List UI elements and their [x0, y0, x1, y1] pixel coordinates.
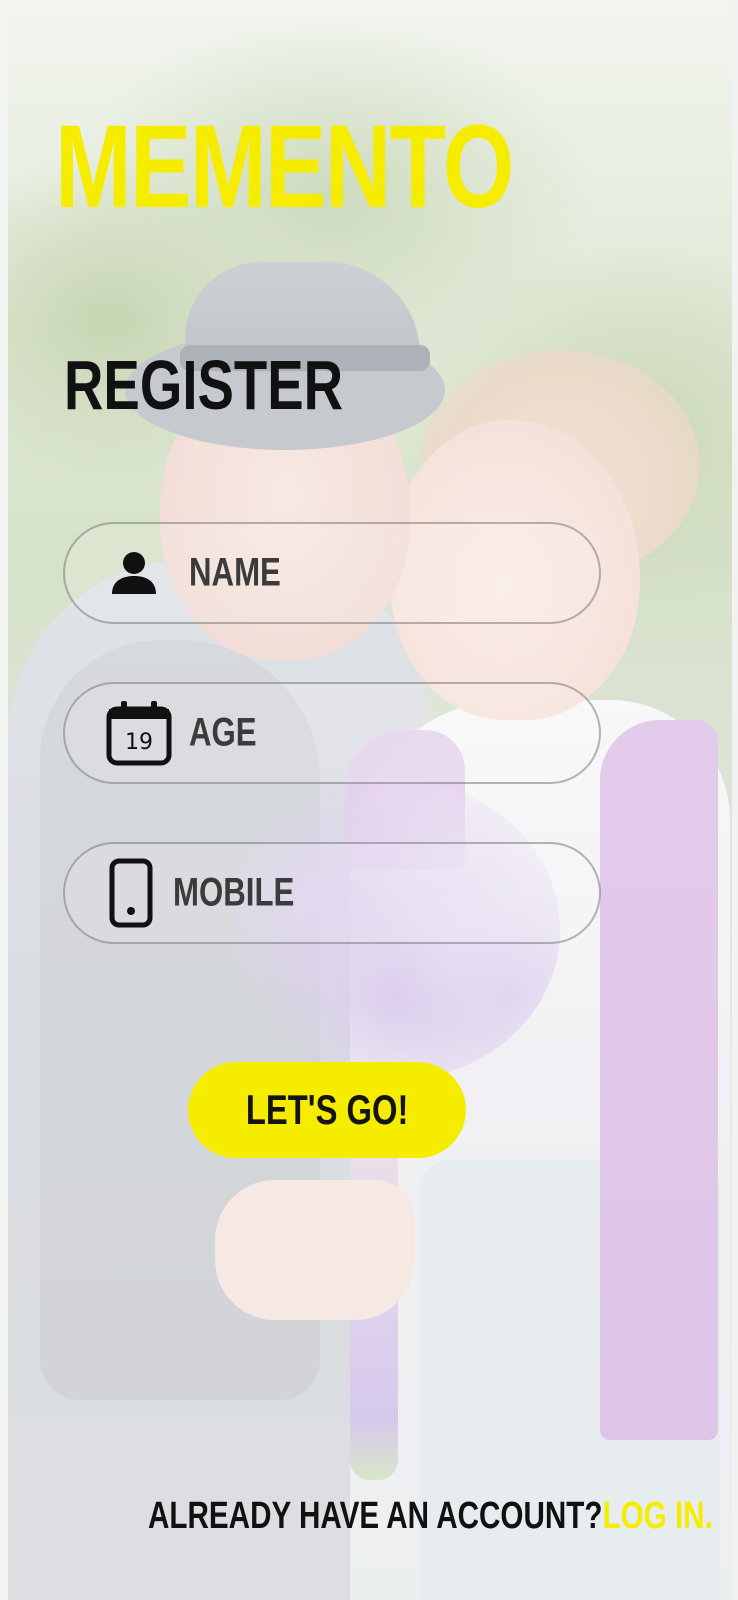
page-title: REGISTER	[64, 346, 344, 424]
login-prompt: ALREADY HAVE AN ACCOUNT?LOG IN.	[148, 1497, 713, 1535]
lets-go-button[interactable]: LET'S GO!	[188, 1062, 466, 1158]
age-field[interactable]: 19 AGE	[63, 682, 601, 784]
svg-text:19: 19	[125, 730, 153, 755]
mobile-field[interactable]: MOBILE	[63, 842, 601, 944]
register-screen: MEMENTO REGISTER NAME 19 AGE MOBILE LET'…	[0, 0, 738, 1600]
calendar-icon: 19	[105, 699, 173, 767]
age-field-label: AGE	[189, 710, 257, 755]
lets-go-button-label: LET'S GO!	[245, 1086, 409, 1133]
login-prompt-text: ALREADY HAVE AN ACCOUNT?	[148, 1495, 603, 1537]
smartphone-icon	[107, 858, 155, 928]
mobile-field-label: MOBILE	[173, 870, 295, 915]
person-icon	[109, 548, 159, 598]
login-link[interactable]: LOG IN.	[602, 1495, 712, 1537]
name-field[interactable]: NAME	[63, 522, 601, 624]
name-field-label: NAME	[189, 550, 281, 595]
background-photo	[0, 0, 738, 1600]
app-logo-title: MEMENTO	[55, 101, 514, 233]
